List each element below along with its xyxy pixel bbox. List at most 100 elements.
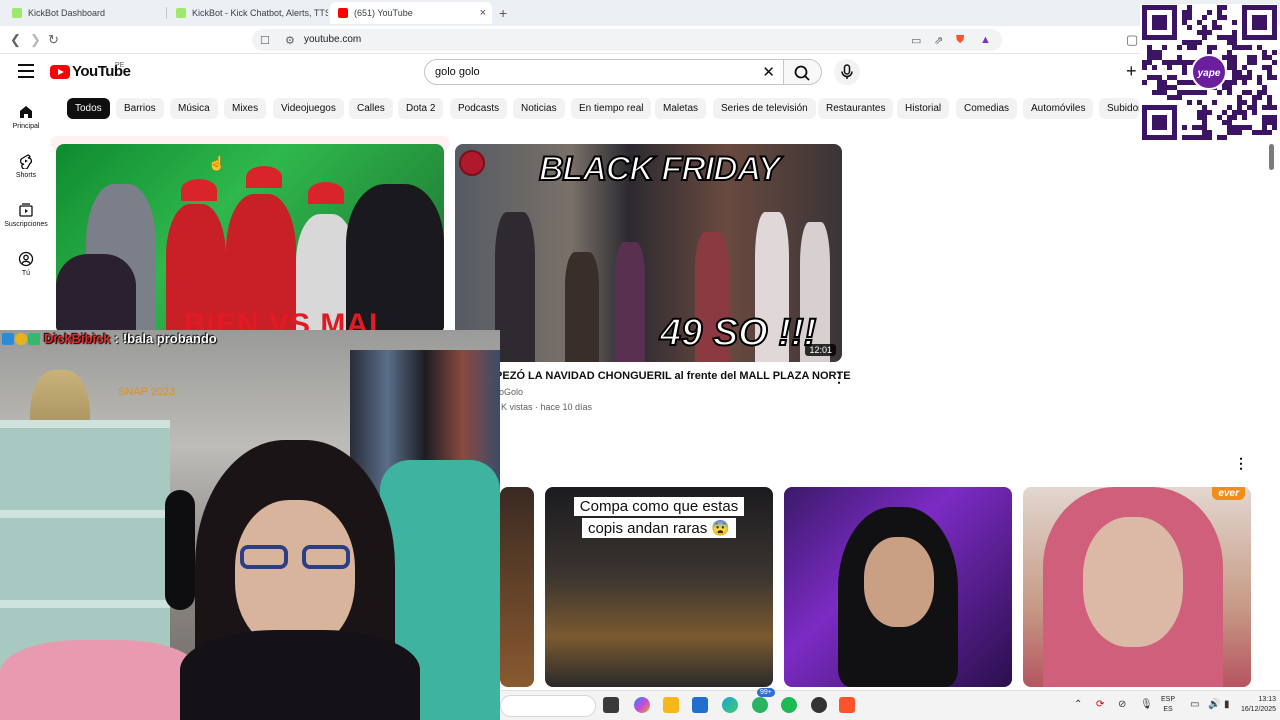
chat-badge-icon (28, 332, 40, 345)
short-caption-line: copis andan raras 😨 (581, 518, 737, 538)
short-caption-line: Compa como que estas (573, 497, 745, 516)
taskbar-search[interactable] (500, 695, 596, 717)
whatsapp-icon[interactable] (752, 697, 768, 713)
chip-barrios[interactable]: Barrios (116, 98, 164, 119)
store-icon[interactable] (692, 697, 708, 713)
clear-search-icon[interactable]: ✕ (762, 63, 775, 81)
taskbar-clock[interactable]: 13:13 16/12/2025 (1240, 695, 1276, 715)
brave-icon[interactable] (839, 697, 855, 713)
chip-dota2[interactable]: Dota 2 (398, 98, 444, 119)
video-thumbnail-2[interactable]: BLACK FRIDAY 49 SO !!! 12:01 (455, 144, 842, 362)
chip-todos[interactable]: Todos (67, 98, 110, 119)
voice-search-button[interactable] (834, 59, 860, 85)
url-text[interactable]: youtube.com (304, 34, 361, 45)
video-more-options-icon[interactable]: ⋮ (832, 369, 846, 386)
search-query[interactable]: golo golo (435, 66, 480, 78)
tab-divider (166, 7, 167, 19)
microphone-icon (841, 64, 853, 79)
bookmark-icon[interactable]: ☐ (260, 34, 270, 47)
short-thumbnail[interactable] (500, 487, 534, 687)
microphone-tray-icon[interactable]: 🎙 (1140, 699, 1153, 710)
copilot-icon[interactable] (634, 697, 650, 713)
obs-icon[interactable] (811, 697, 827, 713)
sidebar-item-shorts[interactable]: Shorts (2, 153, 50, 179)
tray-app-icon[interactable]: ⟳ (1096, 699, 1104, 710)
sidebar-item-label: Shorts (15, 172, 37, 179)
tab-youtube[interactable]: (651) YouTube × (330, 2, 492, 24)
chip-videojuegos[interactable]: Videojuegos (273, 98, 344, 119)
shorts-more-options-icon[interactable]: ⋮ (1234, 455, 1248, 472)
thumbnail-figure (615, 242, 645, 362)
short-caption: Compa como que estas copis andan raras 😨 (551, 497, 767, 540)
chat-username: DickBibick (44, 331, 111, 346)
short-thumbnail[interactable]: Compa como que estas copis andan raras 😨 (545, 487, 773, 687)
chip-calles[interactable]: Calles (349, 98, 393, 119)
reload-icon[interactable]: ↻ (48, 32, 59, 48)
chip-series-tv[interactable]: Series de televisión (713, 98, 816, 119)
tab-label: (651) YouTube (354, 8, 413, 18)
tab-kickbot-dashboard[interactable]: KickBot Dashboard (4, 2, 164, 24)
create-button[interactable]: + (1126, 61, 1137, 82)
santa-hat (308, 182, 344, 204)
chat-message-overlay: DickBibick : !bala probando (2, 330, 217, 347)
display-icon[interactable]: ▭ (1190, 699, 1199, 710)
chip-podcasts[interactable]: Podcasts (450, 98, 508, 119)
spotify-icon[interactable] (781, 697, 797, 713)
chip-mixes[interactable]: Mixes (224, 98, 267, 119)
sidebar-item-label: Suscripciones (4, 221, 48, 228)
show-hidden-icons[interactable]: ⌃ (1074, 699, 1082, 710)
chat-badge-icon (15, 332, 27, 345)
chip-comedias[interactable]: Comedias (956, 98, 1018, 119)
chip-musica[interactable]: Música (170, 98, 218, 119)
chip-noticias[interactable]: Noticias (513, 98, 565, 119)
volume-icon[interactable]: 🔊 (1208, 699, 1220, 710)
address-bar[interactable]: ☐ ⚙ youtube.com ▭ ⇗ ⛊ ▲ (252, 29, 1002, 51)
network-off-icon[interactable]: ⊘ (1118, 699, 1126, 710)
notification-badge: 99+ (757, 688, 775, 697)
tab-kickbot-chatbot[interactable]: KickBot - Kick Chatbot, Alerts, TTS, C (168, 2, 328, 24)
video-title[interactable]: IPEZÓ LA NAVIDAD CHONGUERIL al frente de… (492, 370, 851, 382)
video-channel[interactable]: oGolo (499, 387, 523, 397)
search-button[interactable] (784, 59, 822, 85)
brave-rewards-icon[interactable]: ▲ (980, 34, 991, 46)
keyboard-layout: ES (1163, 706, 1173, 713)
new-tab-button[interactable]: + (499, 5, 507, 21)
sidebar-toggle-icon[interactable]: ▢ (1126, 32, 1138, 48)
search-input[interactable]: golo golo ✕ (424, 59, 784, 85)
scrollbar-thumb[interactable] (1269, 144, 1274, 170)
cast-icon[interactable]: ▭ (911, 34, 921, 47)
chip-en-tiempo-real[interactable]: En tiempo real (571, 98, 652, 119)
hamburger-menu-icon[interactable] (18, 64, 34, 78)
chip-maletas[interactable]: Maletas (655, 98, 707, 119)
sidebar-item-subscriptions[interactable]: Suscripciones (2, 202, 50, 228)
shelf-board (0, 420, 170, 428)
short-thumbnail[interactable] (784, 487, 1012, 687)
streamer-body (180, 630, 420, 720)
share-icon[interactable]: ⇗ (934, 34, 943, 47)
chip-subidos[interactable]: Subidos (1099, 98, 1139, 119)
short-thumbnail[interactable]: ever (1023, 487, 1251, 687)
thumbnail-badge (459, 150, 485, 176)
thumbnail-figure (56, 254, 136, 334)
close-tab-icon[interactable]: × (480, 7, 486, 19)
tab-label: KickBot Dashboard (28, 8, 106, 18)
back-icon[interactable]: ❮ (10, 32, 21, 48)
file-explorer-icon[interactable] (663, 697, 679, 713)
sidebar-item-label: Principal (12, 123, 40, 130)
chip-restaurantes[interactable]: Restaurantes (818, 98, 894, 119)
forward-icon[interactable]: ❯ (30, 32, 41, 48)
sidebar-item-home[interactable]: Principal (2, 104, 50, 130)
battery-icon[interactable]: ▮ (1224, 699, 1230, 710)
edge-icon[interactable] (722, 697, 738, 713)
site-settings-icon[interactable]: ⚙ (285, 34, 295, 47)
santa-hat (181, 179, 217, 201)
task-view-icon[interactable] (603, 697, 619, 713)
qr-code: yape (1140, 4, 1278, 140)
chip-automoviles[interactable]: Automóviles (1023, 98, 1094, 119)
page-scrollbar[interactable] (1268, 140, 1276, 680)
video-thumbnail-1[interactable]: BIEN VS MAL (56, 144, 444, 334)
sidebar-item-you[interactable]: Tú (2, 251, 50, 277)
language-indicator[interactable]: ESP ES (1161, 695, 1175, 715)
brave-shield-icon[interactable]: ⛊ (956, 34, 964, 47)
chip-historial[interactable]: Historial (897, 98, 950, 119)
